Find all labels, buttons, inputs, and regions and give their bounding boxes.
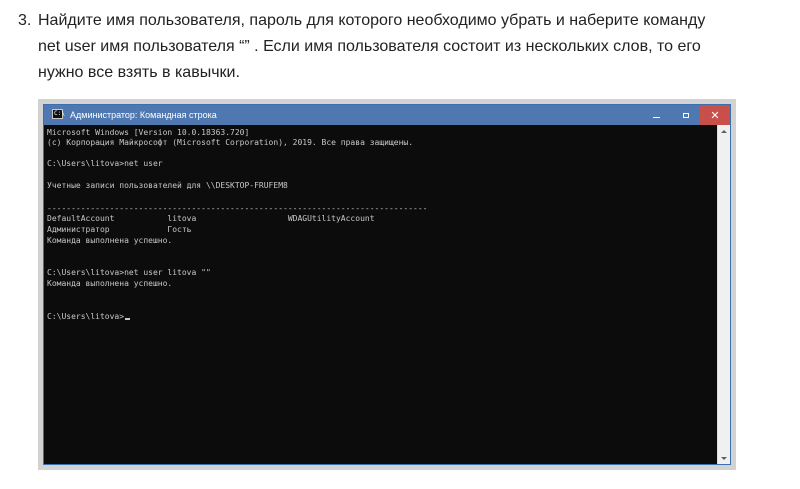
console-line-14: C:\Users\litova>net user litova "" <box>47 268 211 277</box>
step-number: 3. <box>18 12 32 29</box>
window-title: Администратор: Командная строка <box>70 110 217 120</box>
minimize-icon <box>652 116 660 118</box>
console-line-15: Команда выполнена успешно. <box>47 279 173 288</box>
console-line-1: Microsoft Windows [Version 10.0.18363.72… <box>47 128 250 137</box>
console-line-4: C:\Users\litova>net user <box>47 159 163 168</box>
close-icon: ✕ <box>710 109 720 122</box>
maximize-icon <box>683 112 689 118</box>
text-cursor <box>125 318 131 320</box>
console-line-2: (c) Корпорация Майкрософт (Microsoft Cor… <box>47 138 414 147</box>
console-prompt-line: C:\Users\litova> <box>47 312 131 322</box>
vertical-scrollbar[interactable] <box>717 125 730 464</box>
cmd-window: C:\ Администратор: Командная строка ✕ Mi… <box>44 105 730 464</box>
console-line-18: C:\Users\litova> <box>47 312 125 321</box>
console-line-10: Администратор Гость <box>47 225 192 234</box>
close-button[interactable]: ✕ <box>700 105 730 125</box>
minimize-button[interactable] <box>641 105 671 125</box>
chevron-down-icon <box>721 456 727 460</box>
maximize-button[interactable] <box>671 105 701 125</box>
instruction-step: 3. Найдите имя пользователя, пароль для … <box>18 8 788 86</box>
screenshot-frame: C:\ Администратор: Командная строка ✕ Mi… <box>38 99 736 470</box>
scroll-up-button[interactable] <box>718 125 730 137</box>
instruction-line-1: Найдите имя пользователя, пароль для кот… <box>38 12 706 29</box>
console-line-11: Команда выполнена успешно. <box>47 236 173 245</box>
console-output[interactable]: Microsoft Windows [Version 10.0.18363.72… <box>44 125 717 464</box>
console-line-9: DefaultAccount litova WDAGUtilityAccount <box>47 214 375 223</box>
chevron-up-icon <box>721 129 727 133</box>
console-line-8: ----------------------------------------… <box>47 204 428 213</box>
cmd-icon[interactable]: C:\ <box>52 109 65 119</box>
console-line-6: Учетные записи пользователей для \\DESKT… <box>47 181 288 190</box>
instruction-line-3: нужно все взять в кавычки. <box>38 64 240 81</box>
scroll-down-button[interactable] <box>718 452 730 464</box>
window-titlebar[interactable]: C:\ Администратор: Командная строка ✕ <box>44 105 730 125</box>
instruction-line-2: net user имя пользователя “” . Если имя … <box>38 38 701 55</box>
cmd-icon-prompt: C:\ <box>54 110 65 117</box>
